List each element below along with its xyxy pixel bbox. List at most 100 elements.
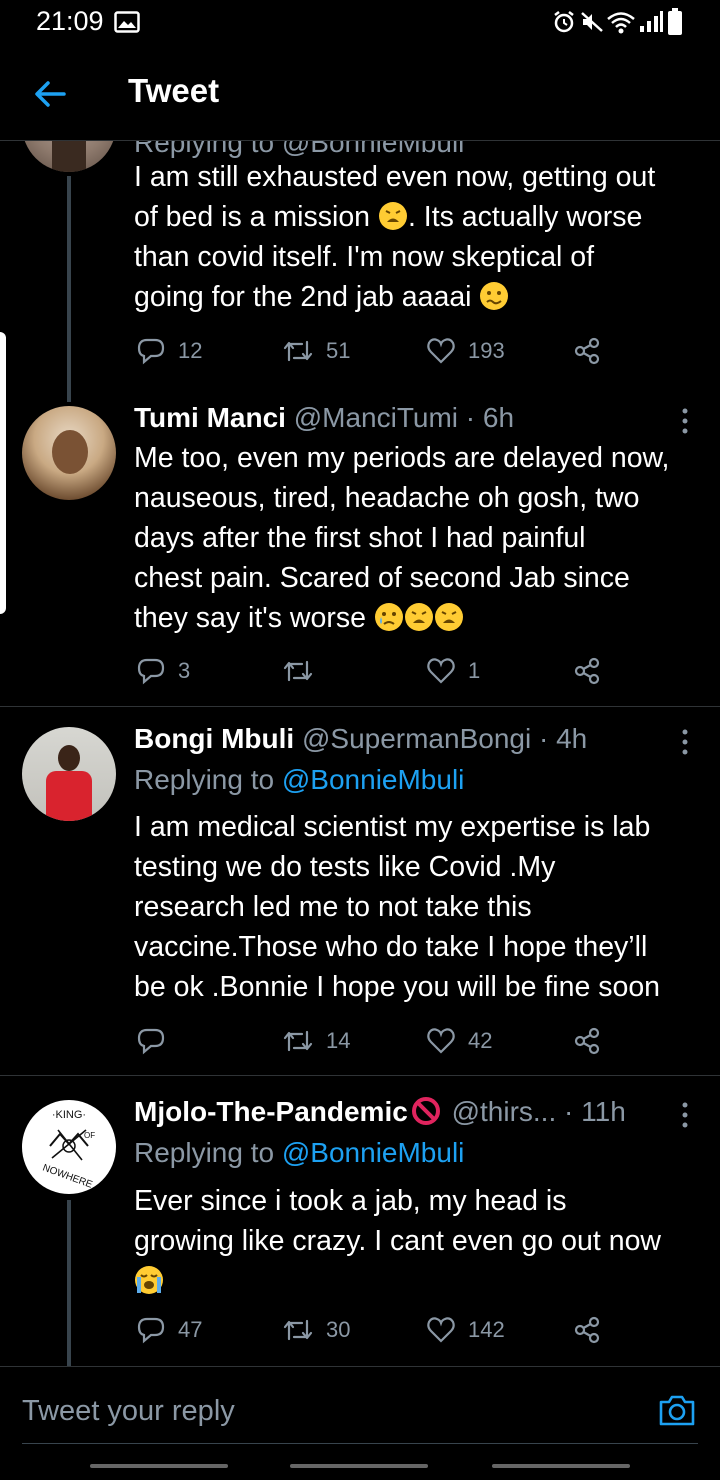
timestamp: · 6h <box>465 402 515 433</box>
top-app-bar: Tweet <box>0 46 720 141</box>
more-vertical-icon[interactable] <box>675 1100 695 1130</box>
like-button[interactable]: 193 <box>426 331 505 371</box>
battery-icon <box>668 8 682 35</box>
tweet-text: Ever since i took a jab, my head is grow… <box>134 1181 704 1301</box>
reply-icon <box>137 1028 165 1055</box>
system-nav-bar <box>0 1448 720 1480</box>
tweet-item[interactable]: ·KING· NOWHERE OF Mjolo-The-Pandemic @th… <box>0 1096 720 1366</box>
reply-button[interactable] <box>136 1021 178 1061</box>
retweet-button[interactable]: 30 <box>282 1310 350 1350</box>
timestamp: · 4h <box>538 723 588 754</box>
share-icon <box>574 337 600 365</box>
tweet-actions: 12 51 193 <box>0 331 720 371</box>
page-title: Tweet <box>128 72 220 109</box>
share-icon <box>574 657 600 685</box>
retweet-icon <box>283 1319 313 1341</box>
nav-recents-button[interactable] <box>90 1464 228 1468</box>
heart-icon <box>427 658 455 684</box>
reply-input[interactable]: Tweet your reply <box>22 1395 235 1428</box>
retweet-icon <box>283 660 313 682</box>
mention-link[interactable]: @BonnieMbuli <box>282 1137 465 1168</box>
tweet-header: Bongi Mbuli @SupermanBongi · 4h <box>134 723 587 755</box>
king-of-nowhere-logo: ·KING· NOWHERE OF <box>41 1109 95 1191</box>
avatar[interactable] <box>22 141 116 172</box>
reply-icon <box>137 1317 165 1344</box>
user-handle[interactable]: @ManciTumi <box>294 402 458 433</box>
retweet-icon <box>283 340 313 362</box>
edge-panel-handle[interactable] <box>0 332 6 614</box>
arrow-left-icon[interactable] <box>30 74 70 114</box>
reply-composer[interactable]: Tweet your reply <box>0 1366 720 1447</box>
share-button[interactable] <box>572 1310 602 1350</box>
timestamp: · 11h <box>564 1096 626 1127</box>
display-name[interactable]: Bongi Mbuli <box>134 723 294 754</box>
status-bar: 21:09 <box>0 0 720 46</box>
like-button[interactable]: 1 <box>426 651 480 691</box>
display-name[interactable]: Tumi Manci <box>134 402 286 433</box>
avatar[interactable] <box>22 727 116 821</box>
weary-face-emoji <box>434 602 464 632</box>
heart-icon <box>427 1028 455 1054</box>
nav-back-button[interactable] <box>492 1464 630 1468</box>
heart-icon <box>427 338 455 364</box>
more-vertical-icon[interactable] <box>675 727 695 757</box>
wifi-icon <box>607 12 635 34</box>
nav-home-button[interactable] <box>290 1464 428 1468</box>
tweet-text: I am still exhausted even now, getting o… <box>134 161 656 313</box>
crying-face-emoji <box>374 602 404 632</box>
divider <box>0 1075 720 1076</box>
retweet-button[interactable]: 51 <box>282 331 350 371</box>
tweet-thread: Replying to @BonnieMbuli I am still exha… <box>0 141 720 1366</box>
replying-to: Replying to @BonnieMbuli <box>134 764 465 795</box>
gallery-icon <box>114 11 140 33</box>
reply-button[interactable]: 12 <box>136 331 202 371</box>
tweet-text: Me too, even my periods are delayed now,… <box>134 442 670 634</box>
share-icon <box>574 1027 600 1055</box>
user-handle[interactable]: @thirs... <box>452 1096 557 1127</box>
tweet-actions: 14 42 <box>0 1021 720 1061</box>
tweet-item[interactable]: Replying to @BonnieMbuli I am still exha… <box>0 141 720 406</box>
retweet-icon <box>283 1030 313 1052</box>
loudly-crying-face-emoji <box>134 1265 164 1295</box>
share-button[interactable] <box>572 651 602 691</box>
heart-icon <box>427 1317 455 1343</box>
share-icon <box>574 1316 600 1344</box>
tweet-header: Mjolo-The-Pandemic @thirs... · 11h <box>134 1096 626 1128</box>
svg-text:NOWHERE: NOWHERE <box>41 1162 94 1190</box>
prohibited-icon <box>411 1097 440 1125</box>
alarm-icon <box>554 11 574 33</box>
mute-icon <box>581 12 603 32</box>
tweet-actions: 3 1 <box>0 651 720 691</box>
like-button[interactable]: 42 <box>426 1021 492 1061</box>
reply-underline <box>22 1443 698 1444</box>
mention-link[interactable]: @BonnieMbuli <box>282 764 465 795</box>
status-time: 21:09 <box>36 6 104 36</box>
user-handle[interactable]: @SupermanBongi <box>302 723 531 754</box>
share-button[interactable] <box>572 331 602 371</box>
avatar[interactable] <box>22 406 116 500</box>
tweet-text: I am medical scientist my expertise is l… <box>134 811 661 1003</box>
svg-text:OF: OF <box>84 1131 95 1140</box>
like-button[interactable]: 142 <box>426 1310 505 1350</box>
signal-icon <box>640 11 663 32</box>
display-name[interactable]: Mjolo-The-Pandemic <box>134 1096 408 1127</box>
reply-button[interactable]: 3 <box>136 651 190 691</box>
replying-to: Replying to @BonnieMbuli <box>134 1137 465 1168</box>
divider <box>0 706 720 707</box>
weary-face-emoji <box>378 201 408 231</box>
reply-icon <box>137 338 165 365</box>
weary-face-emoji <box>404 602 434 632</box>
woozy-face-emoji <box>479 281 509 311</box>
tweet-item[interactable]: Tumi Manci @ManciTumi · 6h Me too, even … <box>0 402 720 706</box>
camera-icon[interactable] <box>658 1393 696 1427</box>
retweet-button[interactable] <box>282 651 326 691</box>
tweet-item[interactable]: Bongi Mbuli @SupermanBongi · 4h Replying… <box>0 723 720 1075</box>
more-vertical-icon[interactable] <box>675 406 695 436</box>
avatar[interactable]: ·KING· NOWHERE OF <box>22 1100 116 1194</box>
retweet-button[interactable]: 14 <box>282 1021 350 1061</box>
svg-text:·KING·: ·KING· <box>52 1109 86 1121</box>
tweet-header: Tumi Manci @ManciTumi · 6h <box>134 402 514 434</box>
share-button[interactable] <box>572 1021 602 1061</box>
reply-button[interactable]: 47 <box>136 1310 202 1350</box>
tweet-actions: 47 30 142 <box>0 1310 720 1350</box>
